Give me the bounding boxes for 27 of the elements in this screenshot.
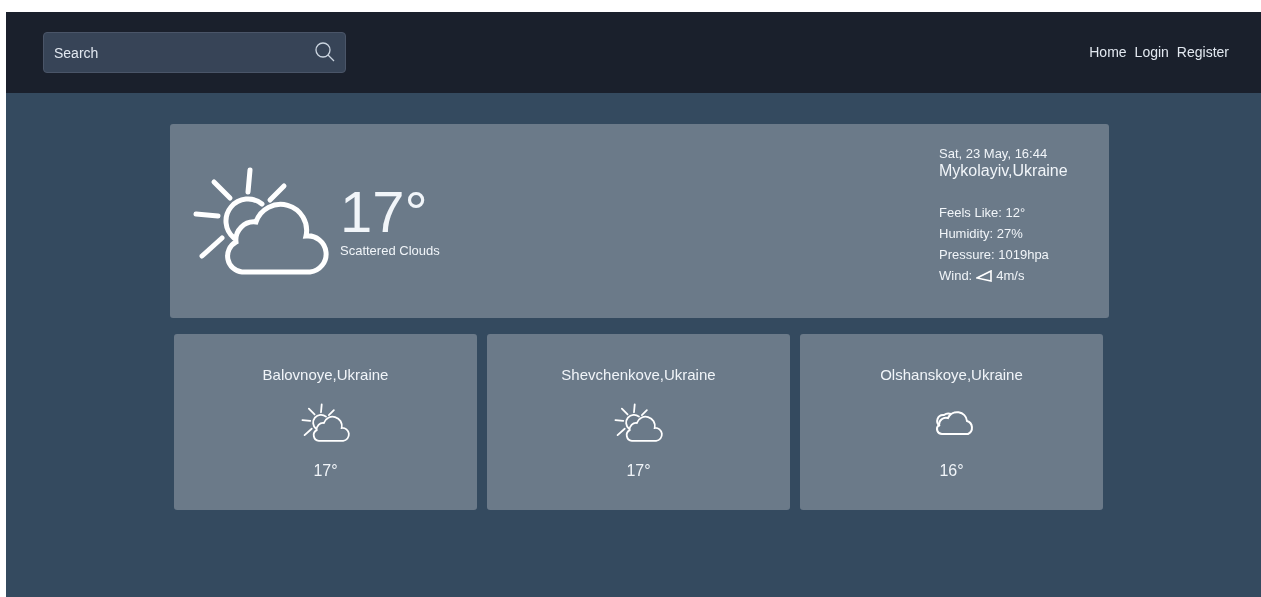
search-icon[interactable] bbox=[314, 41, 336, 63]
city-card[interactable]: Balovnoye,Ukraine 17° bbox=[174, 334, 477, 510]
sun-and-cloud-icon bbox=[192, 166, 332, 278]
city-card[interactable]: Shevchenkove,Ukraine 17° bbox=[487, 334, 790, 510]
city-temperature: 16° bbox=[939, 460, 964, 481]
city-temperature: 17° bbox=[313, 460, 338, 481]
date-time: Sat, 23 May, 16:44 bbox=[939, 146, 1049, 162]
city-card[interactable]: Olshanskoye,Ukraine 16° bbox=[800, 334, 1103, 510]
search-field[interactable]: Search bbox=[43, 32, 346, 73]
wind-speed: 4m/s bbox=[996, 266, 1025, 285]
nav-link[interactable]: Login bbox=[1134, 42, 1169, 63]
location: Mykolayiv,Ukraine bbox=[939, 161, 1069, 180]
temperature: 17° bbox=[340, 183, 429, 242]
city-temperature: 17° bbox=[626, 460, 651, 481]
nav-link[interactable]: Home bbox=[1089, 42, 1127, 63]
sun-and-cloud-icon bbox=[613, 402, 664, 443]
weather-detail: Pressure: 1019hpa bbox=[939, 245, 1050, 264]
nav-link[interactable]: Register bbox=[1176, 42, 1229, 63]
city-name: Balovnoye,Ukraine bbox=[262, 365, 389, 385]
weather-detail: Humidity: 27% bbox=[939, 225, 1024, 243]
wind-direction-icon bbox=[976, 269, 993, 282]
wind-label: Wind: bbox=[939, 266, 973, 285]
weather-detail: Feels Like: 12° bbox=[939, 204, 1027, 223]
weather-description: Scattered Clouds bbox=[340, 242, 440, 261]
city-name: Shevchenkove,Ukraine bbox=[561, 365, 716, 385]
sun-and-cloud-icon bbox=[300, 402, 351, 443]
city-name: Olshanskoye,Ukraine bbox=[880, 365, 1023, 385]
